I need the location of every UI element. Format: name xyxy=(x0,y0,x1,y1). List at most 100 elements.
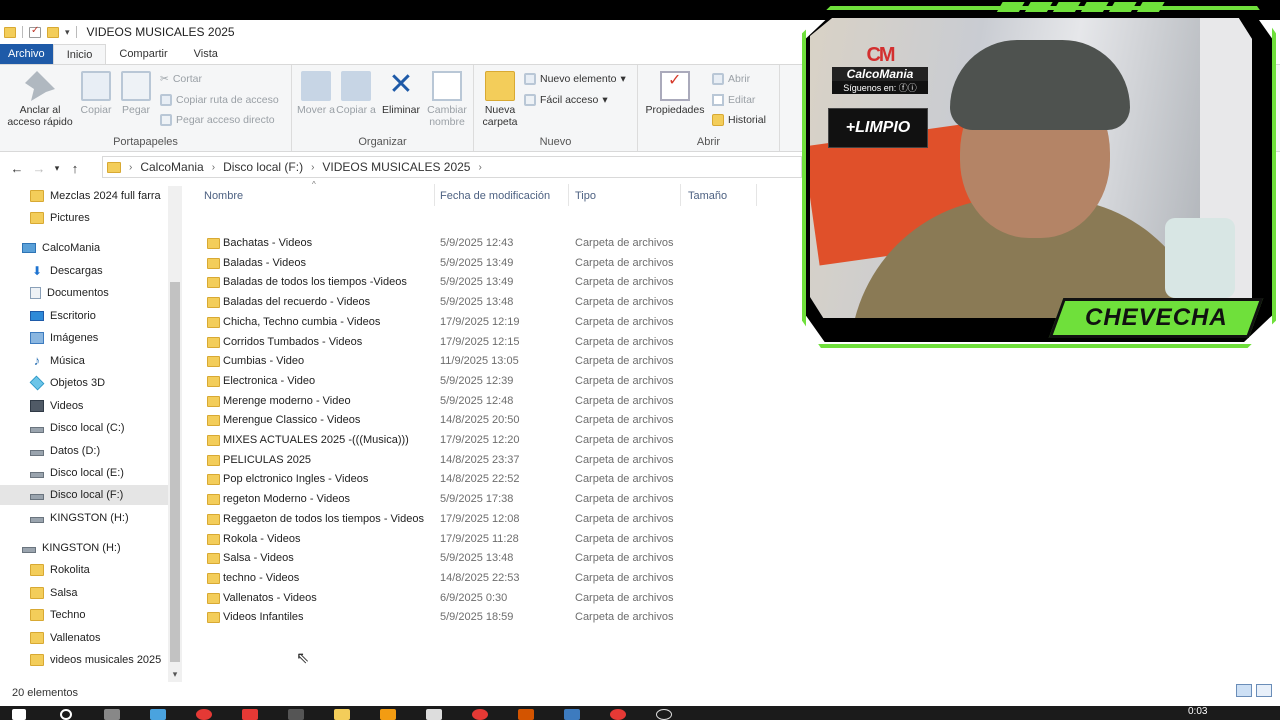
properties-button[interactable]: Propiedades xyxy=(642,71,708,116)
app-icon[interactable] xyxy=(380,709,396,720)
file-name: Merengue Classico - Videos xyxy=(223,414,361,427)
nav-item-label: Videos xyxy=(50,400,84,412)
history-button[interactable]: Historial xyxy=(712,114,766,126)
chrome-icon[interactable] xyxy=(610,709,626,720)
delete-button[interactable]: ✕ Eliminar xyxy=(380,70,422,117)
nav-scrollbar[interactable]: ▾ xyxy=(168,186,182,682)
nav-item[interactable]: KINGSTON (H:) xyxy=(22,538,190,558)
breadcrumb-calcomania[interactable]: CalcoMania xyxy=(140,160,203,174)
table-row[interactable]: regeton Moderno - Videos 5/9/2025 17:38 Ca… xyxy=(196,490,756,509)
back-arrow-icon[interactable]: ← xyxy=(6,161,28,176)
logo-follow: Síguenos en: ⓕⓘ xyxy=(832,81,928,94)
app-icon[interactable] xyxy=(288,709,304,720)
group-nuevo: Nueva carpeta Nuevo elemento ▾ Fácil acc… xyxy=(474,65,638,151)
table-row[interactable]: Baladas del recuerdo - Videos 5/9/2025 13… xyxy=(196,293,756,312)
clock-app-icon[interactable] xyxy=(656,709,672,720)
tab-inicio[interactable]: Inicio xyxy=(52,44,107,64)
column-header-tipo[interactable]: Tipo xyxy=(575,186,596,206)
file-date: 11/9/2025 13:05 xyxy=(440,355,519,368)
up-arrow-icon[interactable]: ↑ xyxy=(64,161,86,176)
column-divider[interactable] xyxy=(434,184,435,206)
large-icons-view-icon[interactable] xyxy=(1256,684,1272,697)
tab-vista[interactable]: Vista xyxy=(181,44,231,64)
nav-item[interactable]: CalcoMania xyxy=(22,238,190,258)
pin-quick-access-button[interactable]: Anclar al acceso rápido xyxy=(6,71,74,128)
new-item-button[interactable]: Nuevo elemento ▾ xyxy=(524,73,626,85)
forward-arrow-icon[interactable]: → xyxy=(28,161,50,176)
app-icon[interactable] xyxy=(426,709,442,720)
easy-access-button[interactable]: Fácil acceso ▾ xyxy=(524,94,608,106)
copy-button[interactable]: Copiar xyxy=(78,71,114,116)
group-portapapeles: Anclar al acceso rápido Copiar Pegar ✂ C… xyxy=(0,65,292,151)
chevron-right-icon: › xyxy=(478,161,482,173)
usb-drive-icon xyxy=(22,547,36,553)
column-header-tamano[interactable]: Tamaño xyxy=(688,186,727,206)
search-icon[interactable] xyxy=(60,709,72,720)
paste-shortcut-button[interactable]: Pegar acceso directo xyxy=(160,114,275,126)
file-type: Carpeta de archivos xyxy=(575,532,674,545)
table-row[interactable]: Bachatas - Videos 5/9/2025 12:43 Carpeta d… xyxy=(196,234,756,253)
table-row[interactable]: PELICULAS 2025 14/8/2025 23:37 Carpeta de … xyxy=(196,451,756,470)
column-divider[interactable] xyxy=(756,184,757,206)
new-folder-icon[interactable] xyxy=(47,26,59,38)
paste-shortcut-icon xyxy=(160,114,172,126)
address-bar[interactable]: › CalcoMania › Disco local (F:) › VIDEOS… xyxy=(102,156,802,178)
column-divider[interactable] xyxy=(568,184,569,206)
app-icon[interactable] xyxy=(150,709,166,720)
column-header-nombre[interactable]: Nombre xyxy=(204,186,243,206)
breadcrumb-videos-musicales[interactable]: VIDEOS MUSICALES 2025 xyxy=(322,160,470,174)
windows-start-icon[interactable] xyxy=(12,709,26,720)
tab-compartir[interactable]: Compartir xyxy=(106,44,180,64)
chrome-icon[interactable] xyxy=(472,709,488,720)
table-row[interactable]: Vallenatos - Videos 6/9/2025 0:30 Carpeta … xyxy=(196,589,756,608)
quick-access-dropdown-icon[interactable]: ▾ xyxy=(65,27,70,38)
copy-path-button[interactable]: Copiar ruta de acceso xyxy=(160,94,279,106)
table-row[interactable]: techno - Videos 14/8/2025 22:53 Carpeta de… xyxy=(196,569,756,588)
table-row[interactable]: Baladas de todos los tiempos -Videos 5/9/… xyxy=(196,273,756,292)
table-row[interactable]: Merengue Classico - Videos 14/8/2025 20:5… xyxy=(196,411,756,430)
recent-dropdown-icon[interactable]: ▾ xyxy=(50,163,64,174)
app-icon[interactable] xyxy=(564,709,580,720)
table-row[interactable]: Electronica - Video 5/9/2025 12:39 Carpeta… xyxy=(196,372,756,391)
chrome-icon[interactable] xyxy=(196,709,212,720)
task-view-icon[interactable] xyxy=(104,709,120,720)
nav-item-selected[interactable]: Disco local (F:) xyxy=(0,485,168,505)
new-folder-button[interactable]: Nueva carpeta xyxy=(478,71,522,128)
paste-button[interactable]: Pegar xyxy=(118,71,154,116)
properties-icon[interactable] xyxy=(29,25,41,38)
table-row[interactable]: Cumbias - Video 11/9/2025 13:05 Carpeta de… xyxy=(196,352,756,371)
column-header-fecha[interactable]: Fecha de modificación xyxy=(440,186,550,206)
app-icon[interactable] xyxy=(242,709,258,720)
open-button[interactable]: Abrir xyxy=(712,73,750,85)
table-row[interactable]: Videos Infantiles 5/9/2025 18:59 Carpeta d… xyxy=(196,608,756,627)
details-view-icon[interactable] xyxy=(1236,684,1252,697)
breadcrumb-disco-f[interactable]: Disco local (F:) xyxy=(223,160,303,174)
table-row[interactable]: Corridos Tumbados - Videos 17/9/2025 12:1… xyxy=(196,333,756,352)
cut-button[interactable]: ✂ Cortar xyxy=(160,73,202,85)
taskbar-clock[interactable]: 0:03 xyxy=(1188,706,1207,717)
nav-item-label: Imágenes xyxy=(50,332,99,344)
table-row[interactable]: Chicha, Techno cumbia - Videos 17/9/2025 … xyxy=(196,313,756,332)
table-row[interactable]: Pop elctronico Ingles - Videos 14/8/2025 … xyxy=(196,470,756,489)
table-row[interactable]: Merenge moderno - Video 5/9/2025 12:48 Car… xyxy=(196,392,756,411)
scroll-down-icon[interactable]: ▾ xyxy=(168,669,182,680)
app-icon[interactable] xyxy=(518,709,534,720)
table-row[interactable]: Reggaeton de todos los tiempos - Videos 1… xyxy=(196,510,756,529)
folder-icon xyxy=(207,356,220,368)
column-divider[interactable] xyxy=(680,184,681,206)
copy-to-button[interactable]: Copiar a xyxy=(336,71,376,116)
file-date: 5/9/2025 18:59 xyxy=(440,611,514,624)
move-to-button[interactable]: Mover a xyxy=(296,71,336,116)
table-row[interactable]: Rokola - Videos 17/9/2025 11:28 Carpeta de… xyxy=(196,530,756,549)
tab-archivo[interactable]: Archivo xyxy=(0,44,53,64)
table-row[interactable]: Salsa - Videos 5/9/2025 13:48 Carpeta de a… xyxy=(196,549,756,568)
edit-button[interactable]: Editar xyxy=(712,94,755,106)
rename-button[interactable]: Cambiar nombre xyxy=(424,71,470,128)
table-row[interactable]: MIXES ACTUALES 2025 -(((Musica))) 17/9/20… xyxy=(196,431,756,450)
table-row[interactable]: Baladas - Videos 5/9/2025 13:49 Carpeta de… xyxy=(196,254,756,273)
scrollbar-thumb[interactable] xyxy=(170,282,180,662)
scissors-icon: ✂ xyxy=(160,73,169,85)
file-explorer-icon[interactable] xyxy=(334,709,350,720)
nav-item-label: Pictures xyxy=(50,212,90,224)
group-organizar: Mover a Copiar a ✕ Eliminar Cambiar nomb… xyxy=(292,65,474,151)
